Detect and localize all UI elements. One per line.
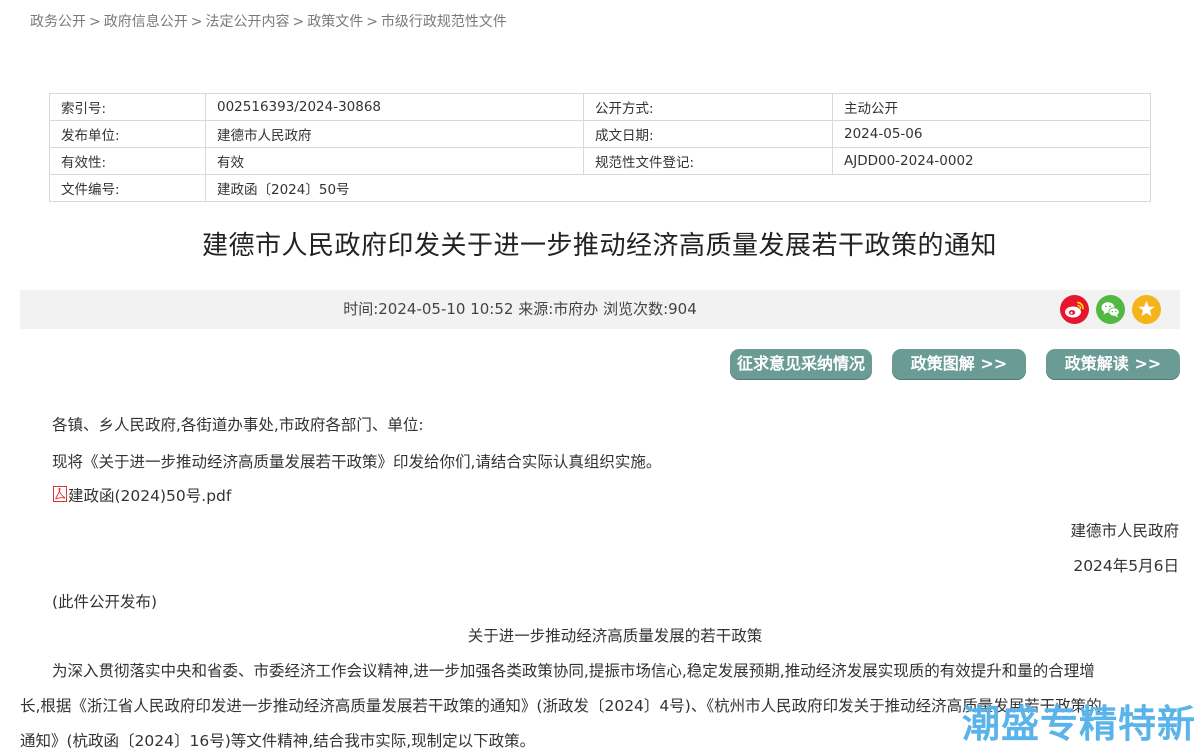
intro-text: 现将《关于进一步推动经济高质量发展若干政策》印发给你们,请结合实际认真组织实施。	[52, 453, 662, 471]
publish-time: 2024-05-10 10:52	[378, 300, 514, 318]
breadcrumb-item-city-normative-docs[interactable]: 市级行政规范性文件	[381, 14, 507, 30]
document-date: 2024年5月6日	[1073, 557, 1179, 575]
page-title: 建德市人民政府印发关于进一步推动经济高质量发展若干政策的通知	[201, 231, 997, 261]
breadcrumb-item-statutory-content[interactable]: 法定公开内容	[205, 14, 289, 30]
meta-value-disclosure-method: 主动公开	[832, 93, 1151, 121]
salutation-text: 各镇、乡人民政府,各街道办事处,市政府各部门、单位:	[52, 416, 424, 434]
table-row: 发布单位: 建德市人民政府 成文日期: 2024-05-06	[49, 120, 1151, 148]
watermark-logo: 潮盛专精特新	[962, 702, 1197, 746]
article-info-text: 时间:2024-05-10 10:52 来源:市府办 浏览次数:904	[20, 290, 1020, 329]
weibo-icon[interactable]	[1060, 295, 1089, 324]
meta-value-index: 002516393/2024-30868	[205, 93, 584, 121]
meta-key-index: 索引号:	[49, 93, 206, 121]
meta-key-written-date: 成文日期:	[583, 120, 833, 148]
pdf-icon	[53, 486, 67, 502]
meta-value-validity: 有效	[205, 147, 584, 175]
meta-key-registration: 规范性文件登记:	[583, 147, 833, 175]
breadcrumb-item-info-disclosure[interactable]: 政府信息公开	[104, 14, 188, 30]
meta-value-doc-number: 建政函〔2024〕50号	[205, 174, 1151, 202]
meta-key-publisher: 发布单位:	[49, 120, 206, 148]
breadcrumb: 政务公开 > 政府信息公开 > 法定公开内容 > 政策文件 > 市级行政规范性文件	[30, 11, 507, 31]
meta-value-registration: AJDD00-2024-0002	[832, 147, 1151, 175]
document-meta-table: 索引号: 002516393/2024-30868 公开方式: 主动公开 发布单…	[49, 93, 1151, 202]
opinion-adoption-button[interactable]: 征求意见采纳情况	[730, 349, 872, 379]
breadcrumb-separator: >	[366, 14, 378, 30]
wechat-icon[interactable]	[1096, 295, 1125, 324]
table-row: 索引号: 002516393/2024-30868 公开方式: 主动公开	[49, 93, 1151, 121]
table-row: 有效性: 有效 规范性文件登记: AJDD00-2024-0002	[49, 147, 1151, 175]
paragraph-line: 为深入贯彻落实中央和省委、市委经济工作会议精神,进一步加强各类政策协同,提振市场…	[52, 662, 1095, 680]
breadcrumb-item-policy-docs[interactable]: 政策文件	[307, 14, 363, 30]
favorite-star-icon[interactable]	[1132, 295, 1161, 324]
time-label: 时间:	[343, 300, 379, 318]
paragraph-line: 长,根据《浙江省人民政府印发进一步推动经济高质量发展若干政策的通知》(浙政发〔2…	[20, 697, 1102, 715]
meta-key-disclosure-method: 公开方式:	[583, 93, 833, 121]
attachment-link[interactable]: 建政函(2024)50号.pdf	[68, 484, 231, 506]
signature-text: 建德市人民政府	[1070, 522, 1179, 540]
breadcrumb-separator: >	[190, 14, 203, 30]
meta-value-written-date: 2024-05-06	[832, 120, 1151, 148]
breadcrumb-separator: >	[89, 14, 101, 30]
view-count: 904	[668, 300, 697, 318]
policy-title: 关于进一步推动经济高质量发展的若干政策	[467, 627, 763, 645]
source-value: 市府办	[553, 300, 599, 318]
views-label: 浏览次数:	[603, 300, 669, 318]
meta-value-publisher: 建德市人民政府	[205, 120, 584, 148]
policy-graphic-button[interactable]: 政策图解 >>	[892, 349, 1026, 379]
breadcrumb-item-gov-affairs[interactable]: 政务公开	[30, 14, 86, 30]
release-note: (此件公开发布)	[52, 593, 158, 611]
article-info-bar: 时间:2024-05-10 10:52 来源:市府办 浏览次数:904	[20, 290, 1180, 329]
table-row: 文件编号: 建政函〔2024〕50号	[49, 174, 1151, 202]
policy-interpretation-button[interactable]: 政策解读 >>	[1046, 349, 1180, 379]
source-label: 来源:	[518, 300, 554, 318]
meta-key-doc-number: 文件编号:	[49, 174, 206, 202]
meta-key-validity: 有效性:	[49, 147, 206, 175]
breadcrumb-separator: >	[292, 14, 305, 30]
paragraph-line: 通知》(杭政函〔2024〕16号)等文件精神,结合我市实际,现制定以下政策。	[20, 732, 536, 750]
